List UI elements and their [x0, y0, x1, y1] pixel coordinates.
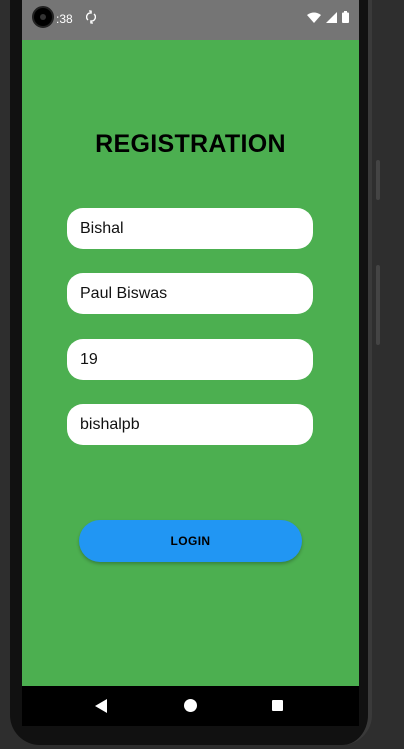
back-icon[interactable]	[95, 699, 107, 718]
navigation-bar	[22, 686, 359, 726]
page-title: REGISTRATION	[95, 130, 286, 158]
sync-icon	[85, 10, 97, 27]
last-name-input[interactable]	[67, 273, 313, 314]
status-icons	[307, 11, 349, 23]
recents-icon[interactable]	[272, 700, 283, 711]
home-icon[interactable]	[184, 699, 197, 712]
camera-icon	[32, 6, 54, 28]
battery-icon	[342, 11, 349, 23]
status-time: :38	[56, 12, 73, 26]
age-input[interactable]	[67, 339, 313, 380]
first-name-input[interactable]	[67, 208, 313, 249]
signal-icon	[326, 11, 337, 23]
device-frame: :38 REGISTRATION Bishal Paul Biswas 19 b…	[0, 0, 404, 749]
status-bar: :38	[22, 0, 359, 40]
power-button	[376, 265, 380, 345]
app-screen: :38 REGISTRATION Bishal Paul Biswas 19 b…	[22, 0, 359, 686]
wifi-icon	[307, 12, 321, 23]
volume-button	[376, 160, 380, 200]
login-button[interactable]: LOGIN	[79, 520, 302, 562]
username-input[interactable]	[67, 404, 313, 445]
